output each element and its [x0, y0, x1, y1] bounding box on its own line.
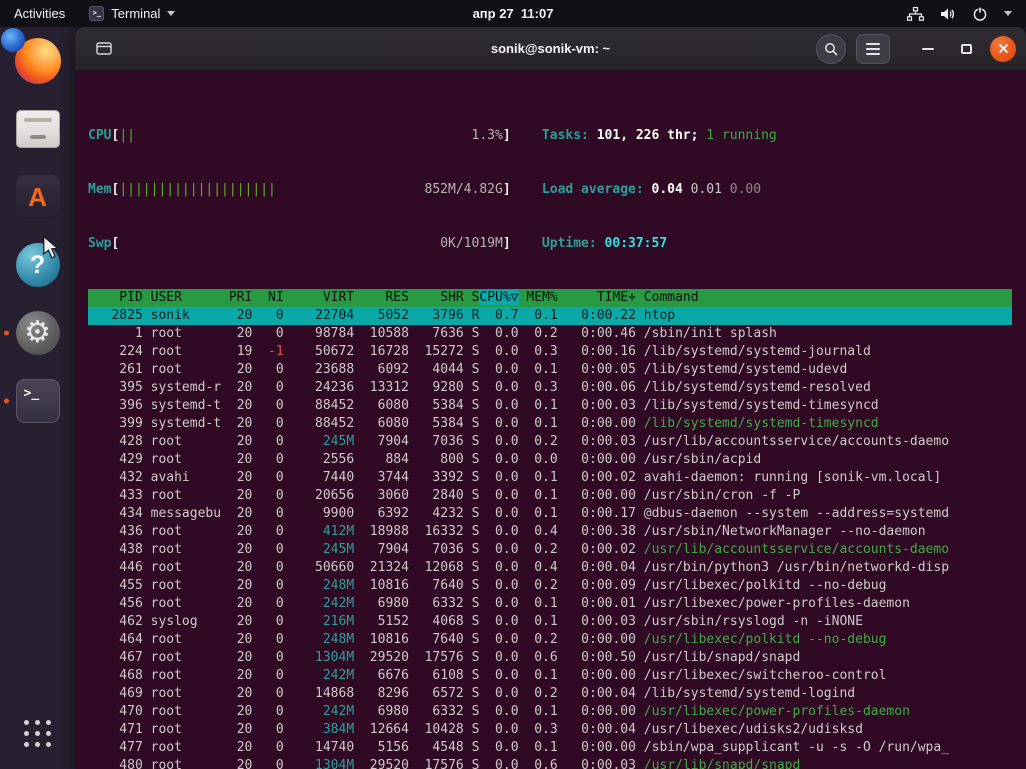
column-header-pid[interactable]: PID	[88, 290, 143, 305]
help-icon: ?	[16, 243, 60, 287]
chevron-down-icon	[1004, 11, 1012, 16]
htop-meters: CPU[||1.3%] Mem[||||||||||||||||||||852M…	[88, 91, 511, 289]
app-menu-terminal[interactable]: >_ Terminal	[79, 0, 185, 27]
process-row-1[interactable]: 1 root 20 0 98784 10588 7636 S 0.0 0.2 0…	[88, 325, 1012, 343]
column-header-s[interactable]: S	[464, 290, 480, 305]
process-row-438[interactable]: 438 root 20 0 245M 7904 7036 S 0.0 0.2 0…	[88, 541, 1012, 559]
uptime-line: Uptime: 00:37:57	[542, 235, 777, 253]
volume-icon	[940, 7, 956, 21]
clock-menu[interactable]: апр 27 11:07	[473, 6, 554, 21]
desktop-screen: Activities >_ Terminal апр 27 11:07	[0, 0, 1026, 769]
window-icon	[96, 42, 112, 55]
dock-item-files[interactable]	[14, 105, 62, 153]
process-row-429[interactable]: 429 root 20 0 2556 884 800 S 0.0 0.0 0:0…	[88, 451, 1012, 469]
terminal-content[interactable]: CPU[||1.3%] Mem[||||||||||||||||||||852M…	[75, 71, 1026, 769]
process-row-224[interactable]: 224 root 19 -1 50672 16728 15272 S 0.0 0…	[88, 343, 1012, 361]
htop-stats: Tasks: 101, 226 thr; 1 running Load aver…	[542, 91, 777, 289]
column-header-res[interactable]: RES	[354, 290, 409, 305]
column-header-shr[interactable]: SHR	[409, 290, 464, 305]
process-row-399[interactable]: 399 systemd-t 20 0 88452 6080 5384 S 0.0…	[88, 415, 1012, 433]
dock-items: A? ⚙ >_	[14, 37, 62, 425]
dock-item-help[interactable]: ?	[14, 241, 62, 289]
process-table-header: PID USER PRI NI VIRT RES SHR SCPU%▽ MEM%…	[88, 289, 1012, 307]
search-icon	[824, 42, 838, 56]
dock-item-firefox[interactable]	[14, 37, 62, 85]
load-average-line: Load average: 0.040.010.00	[542, 181, 777, 199]
close-icon	[998, 43, 1009, 54]
process-table: 2825 sonik 20 0 22704 5052 3796 R 0.7 0.…	[88, 307, 1012, 769]
running-indicator	[4, 331, 9, 336]
window-title: sonik@sonik-vm: ~	[491, 41, 610, 56]
search-button[interactable]	[816, 34, 846, 64]
process-row-455[interactable]: 455 root 20 0 248M 10816 7640 S 0.0 0.2 …	[88, 577, 1012, 595]
show-applications-button[interactable]	[14, 709, 62, 757]
process-row-464[interactable]: 464 root 20 0 248M 10816 7640 S 0.0 0.2 …	[88, 631, 1012, 649]
process-row-477[interactable]: 477 root 20 0 14740 5156 4548 S 0.0 0.1 …	[88, 739, 1012, 757]
hamburger-menu-button[interactable]	[856, 34, 890, 64]
system-tray-menu[interactable]	[907, 0, 1026, 27]
terminal-app-icon: >_	[89, 6, 104, 21]
process-row-468[interactable]: 468 root 20 0 242M 6676 6108 S 0.0 0.1 0…	[88, 667, 1012, 685]
process-row-395[interactable]: 395 systemd-r 20 0 24236 13312 9280 S 0.…	[88, 379, 1012, 397]
column-header-mem[interactable]: MEM%	[519, 290, 558, 305]
window-titlebar[interactable]: sonik@sonik-vm: ~	[75, 27, 1026, 71]
minimize-icon	[922, 48, 934, 50]
process-row-470[interactable]: 470 root 20 0 242M 6980 6332 S 0.0 0.1 0…	[88, 703, 1012, 721]
app-menu-label: Terminal	[111, 6, 160, 21]
files-icon	[16, 110, 60, 148]
column-header-cmd[interactable]: Command	[636, 290, 699, 305]
process-row-434[interactable]: 434 messagebu 20 0 9900 6392 4232 S 0.0 …	[88, 505, 1012, 523]
process-row-446[interactable]: 446 root 20 0 50660 21324 12068 S 0.0 0.…	[88, 559, 1012, 577]
settings-gear-icon: ⚙	[16, 311, 60, 355]
cpu-meter: CPU[||1.3%]	[88, 127, 511, 145]
process-row-428[interactable]: 428 root 20 0 245M 7904 7036 S 0.0 0.2 0…	[88, 433, 1012, 451]
dock: A? ⚙ >_	[0, 27, 75, 769]
swap-meter: Swp[0K/1019M]	[88, 235, 511, 253]
activities-button[interactable]: Activities	[0, 0, 79, 27]
process-row-456[interactable]: 456 root 20 0 242M 6980 6332 S 0.0 0.1 0…	[88, 595, 1012, 613]
chevron-down-icon	[167, 11, 175, 16]
activities-label: Activities	[14, 6, 65, 21]
hamburger-icon	[866, 43, 880, 45]
dock-item-terminal[interactable]: >_	[14, 377, 62, 425]
column-header-virt[interactable]: VIRT	[284, 290, 354, 305]
column-header-cpu[interactable]: CPU%▽	[479, 290, 518, 305]
process-row-432[interactable]: 432 avahi 20 0 7440 3744 3392 S 0.0 0.1 …	[88, 469, 1012, 487]
terminal-window: sonik@sonik-vm: ~	[75, 27, 1026, 769]
process-row-469[interactable]: 469 root 20 0 14868 8296 6572 S 0.0 0.2 …	[88, 685, 1012, 703]
close-button[interactable]	[990, 36, 1016, 62]
process-row-261[interactable]: 261 root 20 0 23688 6092 4044 S 0.0 0.1 …	[88, 361, 1012, 379]
network-icon	[907, 7, 924, 21]
running-indicator	[4, 399, 9, 404]
maximize-icon	[961, 44, 972, 54]
process-row-433[interactable]: 433 root 20 0 20656 3060 2840 S 0.0 0.1 …	[88, 487, 1012, 505]
mem-meter: Mem[||||||||||||||||||||852M/4.82G]	[88, 181, 511, 199]
process-row-2825[interactable]: 2825 sonik 20 0 22704 5052 3796 R 0.7 0.…	[88, 307, 1012, 325]
process-row-396[interactable]: 396 systemd-t 20 0 88452 6080 5384 S 0.0…	[88, 397, 1012, 415]
terminal-icon: >_	[16, 379, 60, 423]
firefox-icon	[15, 38, 61, 84]
tasks-line: Tasks: 101, 226 thr; 1 running	[542, 127, 777, 145]
maximize-button[interactable]	[952, 35, 980, 63]
dock-item-ubuntu-software[interactable]: A	[14, 173, 62, 221]
column-header-ni[interactable]: NI	[252, 290, 283, 305]
process-row-467[interactable]: 467 root 20 0 1304M 29520 17576 S 0.0 0.…	[88, 649, 1012, 667]
show-applications-icon	[24, 720, 51, 747]
process-row-480[interactable]: 480 root 20 0 1304M 29520 17576 S 0.0 0.…	[88, 757, 1012, 769]
process-row-471[interactable]: 471 root 20 0 384M 12664 10428 S 0.0 0.3…	[88, 721, 1012, 739]
ubuntu-software-icon: A	[16, 175, 60, 219]
process-row-436[interactable]: 436 root 20 0 412M 18988 16332 S 0.0 0.4…	[88, 523, 1012, 541]
column-header-pri[interactable]: PRI	[221, 290, 252, 305]
minimize-button[interactable]	[914, 35, 942, 63]
power-icon	[972, 6, 988, 22]
top-bar: Activities >_ Terminal апр 27 11:07	[0, 0, 1026, 27]
window-menu-button[interactable]	[89, 34, 119, 64]
process-row-462[interactable]: 462 syslog 20 0 216M 5152 4068 S 0.0 0.1…	[88, 613, 1012, 631]
column-header-user[interactable]: USER	[143, 290, 221, 305]
dock-item-settings[interactable]: ⚙	[14, 309, 62, 357]
column-header-time[interactable]: TIME+	[558, 290, 636, 305]
